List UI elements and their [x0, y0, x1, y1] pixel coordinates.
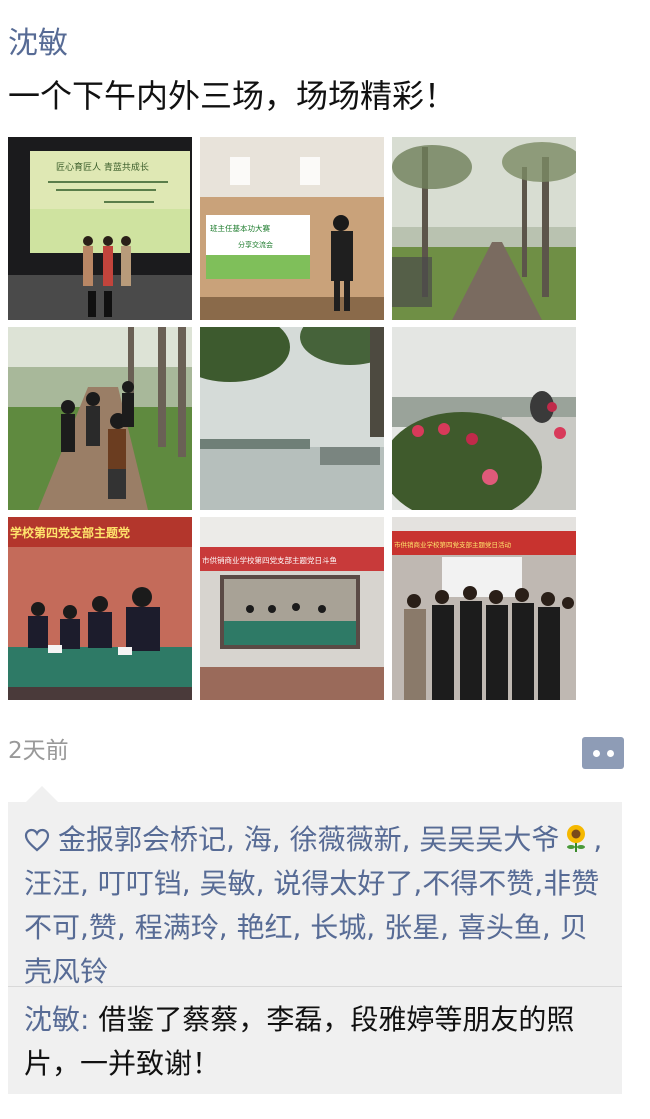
- meeting-banner-text: 市供销商业学校第四党支部主题党日斗鱼: [202, 555, 337, 565]
- comment-item[interactable]: 沈敏: 借鉴了蔡蔡，李磊，段雅婷等朋友的照片，一并致谢！: [24, 998, 610, 1086]
- likes-box-pointer: [26, 786, 58, 802]
- photo-park-path[interactable]: [392, 137, 576, 320]
- meeting-screen-photo-image: 市供销商业学校第四党支部主题党日斗鱼: [200, 517, 384, 700]
- post-author-name[interactable]: 沈敏: [8, 22, 68, 66]
- party-meeting-photo-image: 学校第四党支部主题党: [8, 517, 192, 700]
- screen-title-text: 班主任基本功大赛: [210, 223, 270, 233]
- party-banner-text: 学校第四党支部主题党: [10, 525, 130, 540]
- photo-boardwalk[interactable]: [8, 327, 192, 510]
- photo-meeting-screen[interactable]: 市供销商业学校第四党支部主题党日斗鱼: [200, 517, 384, 700]
- photo-group[interactable]: 市供销商业学校第四党支部主题党日活动: [392, 517, 576, 700]
- stage-photo-image: 匠心育匠人 青蓝共成长: [8, 137, 192, 320]
- post-text: 一个下午内外三场，场场精彩！: [8, 77, 457, 115]
- park-path-photo-image: [392, 137, 576, 320]
- commenter-name[interactable]: 沈敏: [24, 1003, 80, 1036]
- comment-text: 借鉴了蔡蔡，李磊，段雅婷等朋友的照片，一并致谢！: [24, 1003, 575, 1080]
- post-time: 2天前: [8, 738, 69, 764]
- likes-list: 金报郭会桥记, 海, 徐薇薇新, 吴吴吴大爷 , 汪汪, 叮叮铛, 吴敏, 说得…: [24, 818, 610, 994]
- photo-stage[interactable]: 匠心育匠人 青蓝共成长: [8, 137, 192, 320]
- likes-comments-panel: 金报郭会桥记, 海, 徐薇薇新, 吴吴吴大爷 , 汪汪, 叮叮铛, 吴敏, 说得…: [8, 802, 622, 1094]
- photo-roses[interactable]: [392, 327, 576, 510]
- sunflower-emoji-icon: [567, 825, 586, 852]
- likes-names-part1[interactable]: 金报郭会桥记, 海, 徐薇薇新, 吴吴吴大爷: [58, 823, 559, 856]
- boardwalk-photo-image: [8, 327, 192, 510]
- heart-outline-icon: [24, 828, 50, 852]
- photo-lake[interactable]: [200, 327, 384, 510]
- stage-banner-text: 匠心育匠人 青蓝共成长: [56, 161, 149, 173]
- comment-separator: :: [80, 1003, 99, 1036]
- speaker-photo-image: 班主任基本功大赛 分享交流会: [200, 137, 384, 320]
- dot-icon: [592, 749, 600, 757]
- panel-divider: [8, 986, 622, 987]
- lake-photo-image: [200, 327, 384, 510]
- roses-photo-image: [392, 327, 576, 510]
- moments-post: 沈敏 一个下午内外三场，场场精彩！ 匠心育匠人 青蓝共成长 班主任基本功大赛 分…: [0, 0, 650, 1119]
- dot-icon: [606, 749, 614, 757]
- photo-party-meeting[interactable]: 学校第四党支部主题党: [8, 517, 192, 700]
- photo-grid: 匠心育匠人 青蓝共成长 班主任基本功大赛 分享交流会 学校第四党支部主题党 市供…: [8, 137, 578, 700]
- group-photo-image: 市供销商业学校第四党支部主题党日活动: [392, 517, 576, 700]
- comment-dots-icon[interactable]: [582, 737, 624, 769]
- photo-speaker[interactable]: 班主任基本功大赛 分享交流会: [200, 137, 384, 320]
- group-banner-text: 市供销商业学校第四党支部主题党日活动: [394, 540, 512, 549]
- screen-subtitle-text: 分享交流会: [238, 240, 273, 249]
